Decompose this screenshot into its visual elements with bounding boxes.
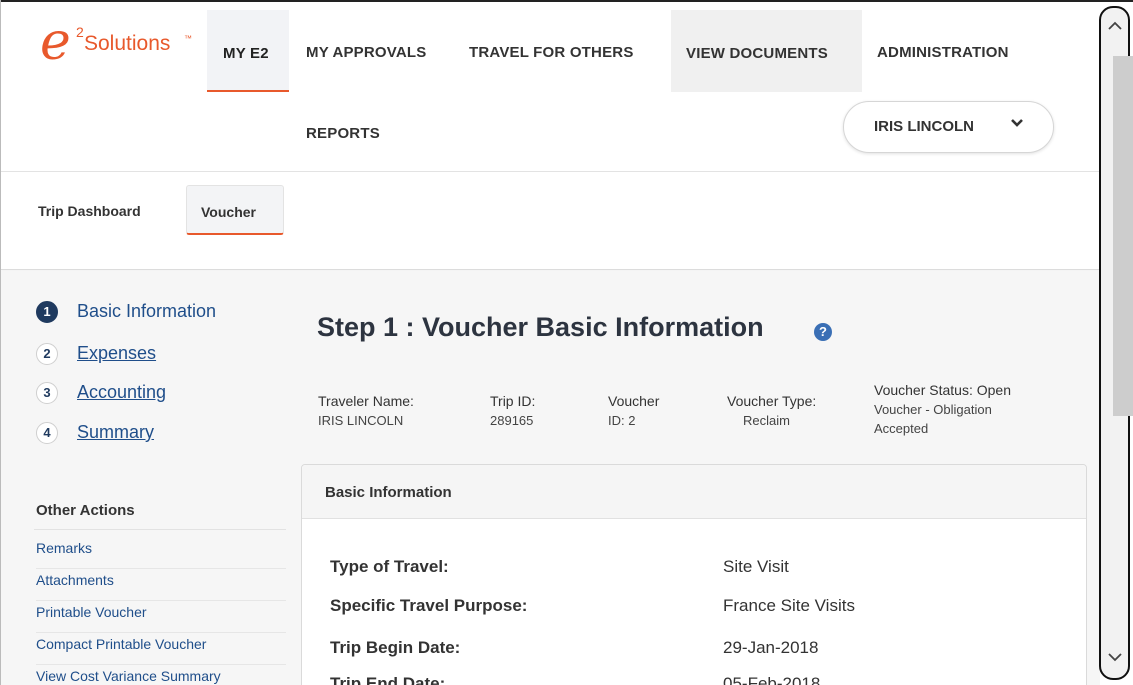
action-printable-voucher-link[interactable]: Printable Voucher — [36, 601, 286, 633]
logo-trademark: ™ — [184, 34, 192, 43]
other-actions-list: Remarks Attachments Printable Voucher Co… — [36, 537, 286, 685]
nav-my-approvals[interactable]: MY APPROVALS — [306, 44, 426, 61]
voucher-status-label: Voucher Status: Open — [874, 382, 1011, 398]
traveler-name-value: IRIS LINCOLN — [318, 413, 404, 428]
top-navigation: e 2 Solutions ™ MY E2 MY APPROVALS TRAVE… — [0, 0, 1100, 172]
field-label: Trip End Date: — [330, 674, 446, 685]
e2-solutions-logo[interactable]: e 2 Solutions ™ — [40, 16, 200, 77]
step-label: Basic Information — [77, 301, 217, 321]
card-title: Basic Information — [325, 484, 452, 501]
voucher-status-field: Voucher Status: Open Voucher - Obligatio… — [874, 381, 1011, 438]
step-number: 3 — [36, 382, 58, 404]
window-frame-top — [0, 0, 1133, 2]
logo-superscript: 2 — [76, 24, 84, 40]
scrollbar-thumb[interactable] — [1113, 56, 1133, 416]
step-label[interactable]: Summary — [77, 422, 154, 443]
tab-voucher[interactable]: Voucher — [186, 185, 284, 235]
voucher-status-value-line1: Voucher - Obligation — [874, 402, 992, 417]
voucher-type-value: Reclaim — [743, 413, 790, 428]
field-value: Site Visit — [723, 557, 789, 576]
field-value: 29-Jan-2018 — [723, 638, 819, 657]
voucher-id-label: Voucher — [608, 393, 660, 409]
vertical-scrollbar[interactable] — [1099, 6, 1133, 680]
field-value: 05-Feb-2018 — [723, 674, 821, 685]
step-label[interactable]: Expenses — [77, 343, 156, 364]
trip-id-value: 289165 — [490, 413, 534, 428]
tab-voucher-label: Voucher — [201, 204, 256, 220]
step-number: 1 — [36, 301, 58, 323]
field-value: France Site Visits — [723, 596, 855, 615]
divider — [34, 529, 286, 530]
nav-my-e2-label: MY E2 — [223, 45, 269, 62]
page-title: Step 1 : Voucher Basic Information — [317, 312, 764, 342]
window-frame-left — [0, 0, 1, 685]
action-view-cost-variance-summary-link[interactable]: View Cost Variance Summary — [36, 665, 286, 685]
voucher-id-value: ID: 2 — [608, 413, 636, 428]
trip-id-label: Trip ID: — [490, 393, 536, 409]
user-name: IRIS LINCOLN — [874, 118, 974, 135]
nav-view-documents[interactable]: VIEW DOCUMENTS — [671, 10, 862, 92]
voucher-id-field: Voucher ID: 2 — [608, 392, 659, 430]
field-label: Trip Begin Date: — [330, 638, 461, 657]
other-actions-heading: Other Actions — [36, 502, 135, 519]
chevron-down-icon — [1010, 116, 1024, 133]
traveler-name-label: Traveler Name: — [318, 393, 414, 409]
step-label[interactable]: Accounting — [77, 382, 166, 403]
sub-tab-bar: Trip Dashboard Voucher — [0, 173, 1100, 270]
step-number: 2 — [36, 343, 58, 365]
nav-administration[interactable]: ADMINISTRATION — [877, 44, 1009, 61]
field-label: Type of Travel: — [330, 557, 449, 576]
basic-information-card: Basic Information Type of Travel: Site V… — [301, 464, 1087, 685]
voucher-type-label: Voucher Type: — [727, 393, 817, 409]
voucher-status-value-line2: Accepted — [874, 421, 929, 436]
card-header: Basic Information — [302, 465, 1086, 519]
action-attachments-link[interactable]: Attachments — [36, 569, 286, 601]
main-content: 1 Basic Information 2 Expenses 3 Account… — [0, 271, 1100, 685]
user-menu-button[interactable]: IRIS LINCOLN — [843, 101, 1054, 153]
nav-travel-for-others[interactable]: TRAVEL FOR OTHERS — [469, 44, 634, 61]
nav-view-documents-label: VIEW DOCUMENTS — [686, 45, 828, 62]
logo-e-glyph: e — [40, 12, 71, 72]
nav-reports[interactable]: REPORTS — [306, 125, 380, 142]
trip-id-field: Trip ID: 289165 — [490, 392, 535, 430]
traveler-name-field: Traveler Name: IRIS LINCOLN — [318, 392, 414, 430]
scroll-up-arrow-icon[interactable] — [1106, 20, 1124, 34]
voucher-type-field: Voucher Type: Reclaim — [727, 392, 816, 430]
tab-trip-dashboard[interactable]: Trip Dashboard — [38, 203, 141, 219]
help-icon[interactable]: ? — [814, 323, 832, 341]
action-remarks-link[interactable]: Remarks — [36, 537, 286, 569]
logo-wordmark: Solutions — [84, 32, 171, 55]
step-number: 4 — [36, 422, 58, 444]
action-compact-printable-voucher-link[interactable]: Compact Printable Voucher — [36, 633, 286, 665]
field-label: Specific Travel Purpose: — [330, 596, 528, 615]
scroll-down-arrow-icon[interactable] — [1106, 651, 1124, 665]
nav-my-e2[interactable]: MY E2 — [207, 10, 289, 92]
